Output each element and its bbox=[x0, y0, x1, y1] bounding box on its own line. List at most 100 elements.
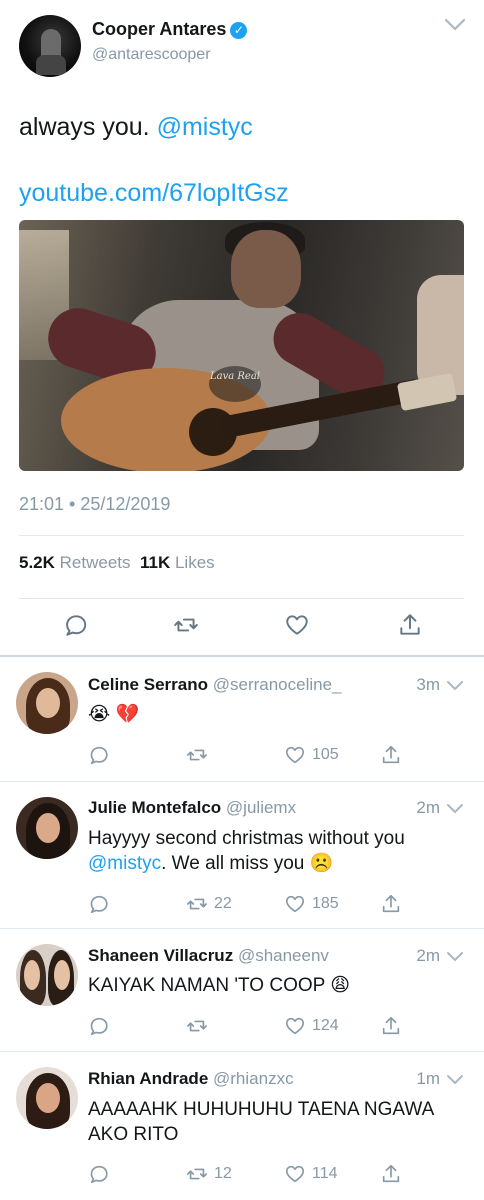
retweet-button[interactable] bbox=[186, 743, 214, 767]
avatar[interactable] bbox=[16, 797, 78, 859]
retweet-button[interactable]: 12 bbox=[186, 1162, 232, 1186]
like-icon[interactable] bbox=[284, 612, 310, 638]
reply-author-handle[interactable]: @shaneenv bbox=[238, 946, 329, 965]
reply-icon[interactable] bbox=[63, 612, 89, 638]
media-head bbox=[231, 230, 301, 308]
reply-author-handle[interactable]: @rhianzxc bbox=[213, 1069, 294, 1088]
avatar[interactable] bbox=[16, 944, 78, 1006]
retweet-icon bbox=[187, 1168, 207, 1180]
divider bbox=[19, 535, 464, 536]
reply-text: 😭 💔 bbox=[88, 702, 468, 727]
reply-text-tail: . We all miss you ☹️ bbox=[161, 853, 334, 874]
like-button[interactable]: 114 bbox=[284, 1162, 338, 1186]
reply-button[interactable] bbox=[88, 743, 110, 767]
reply-header: Julie Montefalco @juliemx bbox=[88, 798, 296, 818]
media-logo: Lava Real bbox=[209, 366, 261, 402]
reply-author-name[interactable]: Shaneen Villacruz bbox=[88, 946, 233, 965]
share-icon[interactable] bbox=[397, 612, 423, 638]
reply-text-body: Hayyyy second christmas without you bbox=[88, 828, 405, 849]
media-image[interactable]: Lava Real bbox=[19, 220, 464, 471]
reply-icon bbox=[90, 895, 108, 914]
likes-count[interactable]: 11K bbox=[140, 553, 170, 572]
reply-actions: 12 114 bbox=[88, 1162, 418, 1188]
reply-text: Hayyyy second christmas without you @mis… bbox=[88, 826, 468, 876]
mention-link[interactable]: @mistyc bbox=[88, 853, 161, 874]
retweet-count: 22 bbox=[214, 895, 232, 912]
retweets-count[interactable]: 5.2K bbox=[19, 553, 55, 572]
share-icon bbox=[382, 1164, 400, 1183]
reply-author-name[interactable]: Celine Serrano bbox=[88, 675, 208, 694]
reply-header: Shaneen Villacruz @shaneenv bbox=[88, 946, 329, 966]
reply-actions: 22 185 bbox=[88, 892, 418, 918]
verified-icon: ✓ bbox=[230, 22, 248, 39]
chevron-down-icon[interactable] bbox=[446, 951, 464, 963]
reply-button[interactable] bbox=[88, 892, 110, 916]
author-name-text: Cooper Antares bbox=[92, 19, 227, 39]
share-button[interactable] bbox=[380, 743, 402, 767]
retweet-count: 12 bbox=[214, 1165, 232, 1182]
avatar-face bbox=[54, 960, 70, 990]
like-button[interactable]: 105 bbox=[284, 743, 339, 767]
reply-actions: 105 bbox=[88, 743, 418, 769]
retweets-label[interactable]: Retweets bbox=[60, 553, 131, 572]
reply-button[interactable] bbox=[88, 1162, 110, 1186]
share-icon bbox=[382, 1016, 400, 1035]
tweet-timestamp: 21:01 • 25/12/2019 bbox=[19, 494, 171, 514]
retweet-button[interactable] bbox=[186, 1014, 214, 1038]
reply-time: 1m bbox=[416, 1069, 440, 1088]
like-icon bbox=[285, 1165, 305, 1183]
avatar[interactable] bbox=[16, 672, 78, 734]
reply-tweet[interactable]: Rhian Andrade @rhianzxc 1m AAAAAHK HUHUH… bbox=[0, 1052, 484, 1200]
reply-icon bbox=[90, 746, 108, 765]
retweet-icon bbox=[187, 749, 207, 761]
mention-link[interactable]: @mistyc bbox=[157, 113, 253, 141]
reply-tweet[interactable]: Celine Serrano @serranoceline_ 3m 😭 💔 10… bbox=[0, 657, 484, 781]
share-button[interactable] bbox=[380, 892, 402, 916]
avatar-face bbox=[36, 813, 60, 843]
retweet-button[interactable]: 22 bbox=[186, 892, 232, 916]
share-icon bbox=[382, 745, 400, 764]
reply-tweet[interactable]: Julie Montefalco @juliemx 2m Hayyyy seco… bbox=[0, 782, 484, 928]
like-button[interactable]: 124 bbox=[284, 1014, 339, 1038]
reply-icon bbox=[90, 1165, 108, 1184]
reply-text-body: 😭 💔 bbox=[88, 704, 140, 725]
retweet-icon bbox=[187, 1020, 207, 1032]
author-handle[interactable]: @antarescooper bbox=[92, 46, 211, 64]
reply-time: 3m bbox=[416, 675, 440, 694]
like-count: 185 bbox=[312, 895, 339, 912]
avatar[interactable] bbox=[16, 1067, 78, 1129]
avatar-figure-body bbox=[36, 55, 66, 75]
chevron-down-icon[interactable] bbox=[444, 18, 466, 32]
retweet-icon[interactable] bbox=[173, 612, 199, 638]
tweet-stats: 5.2K Retweets 11K Likes bbox=[19, 553, 215, 573]
main-tweet: Cooper Antares ✓ @antarescooper always yo… bbox=[0, 0, 484, 655]
like-button[interactable]: 185 bbox=[284, 892, 339, 916]
tweet-link[interactable]: youtube.com/67lopItGsz bbox=[19, 179, 289, 208]
reply-author-name[interactable]: Rhian Andrade bbox=[88, 1069, 208, 1088]
reply-header: Celine Serrano @serranoceline_ bbox=[88, 675, 342, 695]
reply-author-handle[interactable]: @serranoceline_ bbox=[213, 675, 342, 694]
chevron-down-icon[interactable] bbox=[446, 680, 464, 692]
reply-header: Rhian Andrade @rhianzxc bbox=[88, 1069, 294, 1089]
chevron-down-icon[interactable] bbox=[446, 803, 464, 815]
share-button[interactable] bbox=[380, 1162, 402, 1186]
likes-label[interactable]: Likes bbox=[175, 553, 215, 572]
like-icon bbox=[285, 895, 305, 913]
reply-button[interactable] bbox=[88, 1014, 110, 1038]
reply-author-name[interactable]: Julie Montefalco bbox=[88, 798, 221, 817]
share-button[interactable] bbox=[380, 1014, 402, 1038]
author-name[interactable]: Cooper Antares ✓ bbox=[92, 19, 248, 40]
reply-text: AAAAAHK HUHUHUHU TAENA NGAWA AKO RITO bbox=[88, 1097, 468, 1147]
like-icon bbox=[285, 1017, 305, 1035]
reply-author-handle[interactable]: @juliemx bbox=[226, 798, 296, 817]
like-count: 105 bbox=[312, 746, 339, 763]
like-icon bbox=[285, 746, 305, 764]
avatar-face bbox=[36, 1083, 60, 1113]
chevron-down-icon[interactable] bbox=[446, 1074, 464, 1086]
reply-actions: 124 bbox=[88, 1014, 418, 1040]
reply-time: 2m bbox=[416, 798, 440, 817]
divider bbox=[19, 598, 464, 599]
avatar[interactable] bbox=[19, 15, 81, 77]
reply-tweet[interactable]: Shaneen Villacruz @shaneenv 2m KAIYAK NA… bbox=[0, 929, 484, 1051]
tweet-actions bbox=[19, 612, 464, 642]
